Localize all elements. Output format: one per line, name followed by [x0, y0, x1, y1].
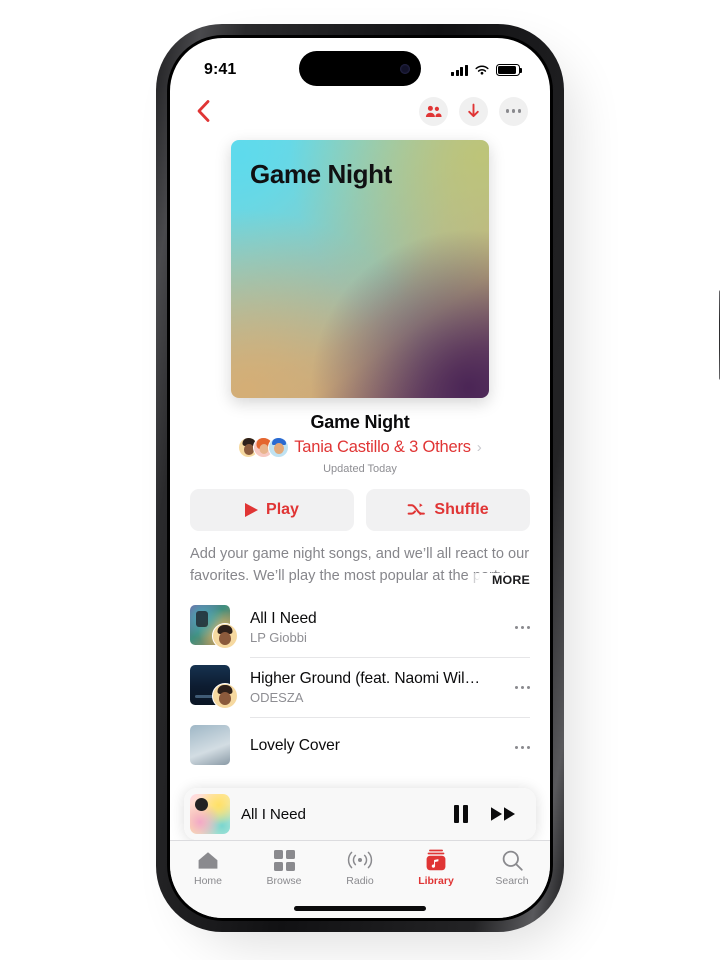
tab-label: Browse: [266, 875, 302, 887]
cellular-bars-icon: [451, 64, 468, 76]
people-icon: [425, 105, 442, 117]
shuffle-button[interactable]: Shuffle: [366, 489, 530, 531]
ellipsis-icon: [515, 685, 530, 690]
nav-action-buttons: [419, 96, 528, 126]
now-playing-bar[interactable]: All I Need: [184, 788, 536, 840]
fast-forward-icon: [491, 807, 515, 821]
updated-label: Updated Today: [323, 463, 397, 475]
more-button[interactable]: [499, 96, 528, 126]
battery-icon: [496, 64, 523, 76]
ellipsis-icon: [515, 625, 530, 630]
status-indicators: [451, 64, 523, 76]
more-link[interactable]: MORE: [466, 573, 530, 588]
library-icon: [425, 848, 447, 872]
artwork-container: Game Night: [190, 140, 530, 398]
song-title: Higher Ground (feat. Naomi Wil…: [250, 669, 481, 687]
ellipsis-icon: [506, 109, 521, 113]
tab-browse[interactable]: Browse: [246, 848, 322, 887]
radio-waves-icon: [345, 848, 375, 872]
shuffle-icon: [407, 503, 426, 516]
song-list: All I Need LP Giobbi Higher Ground (feat…: [190, 597, 530, 777]
status-time: 9:41: [204, 61, 237, 78]
navigation-bar: [170, 88, 550, 134]
play-button[interactable]: Play: [190, 489, 354, 531]
song-artist: ODESZA: [250, 689, 304, 705]
grid-icon: [273, 848, 295, 872]
tab-label: Search: [495, 875, 529, 887]
artwork-title: Game Night: [250, 159, 392, 189]
tab-label: Home: [193, 875, 222, 887]
phone-screen: 9:41 Game Night Game Night Tania Castill…: [170, 38, 550, 918]
page-title: Game Night: [310, 412, 410, 432]
song-title: Lovely Cover: [250, 737, 340, 755]
home-indicator[interactable]: [294, 906, 426, 911]
home-icon: [196, 848, 220, 872]
song-text: All I Need LP Giobbi: [250, 610, 495, 645]
status-bar: 9:41: [170, 38, 550, 88]
song-artwork-group: [190, 725, 238, 769]
playlist-meta: Game Night Tania Castillo & 3 Others › U…: [190, 412, 530, 475]
download-arrow-icon: [468, 103, 479, 118]
contributor-avatar: [212, 623, 238, 650]
iphone-device-frame: 9:41 Game Night Game Night Tania Castill…: [156, 24, 720, 932]
wifi-icon: [475, 65, 489, 75]
collaborator-avatars: [238, 437, 290, 458]
list-item[interactable]: Lovely Cover: [190, 717, 530, 777]
shuffle-button-label: Shuffle: [434, 501, 489, 518]
album-art: [190, 725, 230, 766]
collaborate-button[interactable]: [419, 96, 448, 126]
back-chevron-icon[interactable]: [190, 98, 216, 124]
now-playing-artwork: [190, 794, 230, 834]
playlist-content: Game Night Game Night Tania Castillo & 3…: [170, 140, 550, 777]
playback-actions: Play Shuffle: [190, 489, 530, 531]
now-playing-title: All I Need: [241, 805, 306, 823]
search-icon: [501, 848, 524, 872]
download-button[interactable]: [459, 96, 488, 126]
playlist-owner-label: Tania Castillo & 3 Others: [294, 438, 471, 456]
phone-bezel: 9:41 Game Night Game Night Tania Castill…: [167, 35, 553, 921]
tab-label: Radio: [346, 875, 374, 887]
tab-search[interactable]: Search: [474, 848, 550, 887]
list-item[interactable]: Higher Ground (feat. Naomi Wil… ODESZA: [190, 657, 530, 717]
chevron-right-icon: ›: [476, 439, 482, 456]
list-item[interactable]: All I Need LP Giobbi: [190, 597, 530, 657]
front-camera-icon: [400, 63, 410, 74]
playlist-artwork[interactable]: Game Night: [231, 140, 489, 398]
playlist-owner-row[interactable]: Tania Castillo & 3 Others ›: [190, 437, 530, 458]
song-text: Lovely Cover: [250, 737, 495, 757]
song-more-button[interactable]: [507, 685, 530, 690]
song-artist: LP Giobbi: [250, 629, 307, 645]
song-text: Higher Ground (feat. Naomi Wil… ODESZA: [250, 670, 495, 705]
song-more-button[interactable]: [507, 745, 530, 750]
playlist-description-block: Add your game night songs, and we’ll all…: [190, 543, 530, 588]
ellipsis-icon: [515, 745, 530, 750]
song-title: All I Need: [250, 609, 317, 627]
tab-library[interactable]: Library: [398, 848, 474, 887]
avatar: [268, 437, 290, 458]
dynamic-island: [299, 51, 421, 86]
now-playing-controls: [454, 805, 522, 823]
play-button-label: Play: [266, 501, 299, 518]
screenshot-canvas: 9:41 Game Night Game Night Tania Castill…: [0, 0, 720, 960]
tab-home[interactable]: Home: [170, 848, 246, 887]
song-artwork-group: [190, 605, 238, 650]
pause-button[interactable]: [454, 805, 468, 823]
contributor-avatar: [212, 683, 238, 710]
fast-forward-button[interactable]: [490, 805, 518, 823]
play-triangle-icon: [245, 503, 259, 517]
song-more-button[interactable]: [507, 625, 530, 630]
song-artwork-group: [190, 665, 238, 710]
tab-label: Library: [418, 875, 454, 887]
tab-radio[interactable]: Radio: [322, 848, 398, 887]
